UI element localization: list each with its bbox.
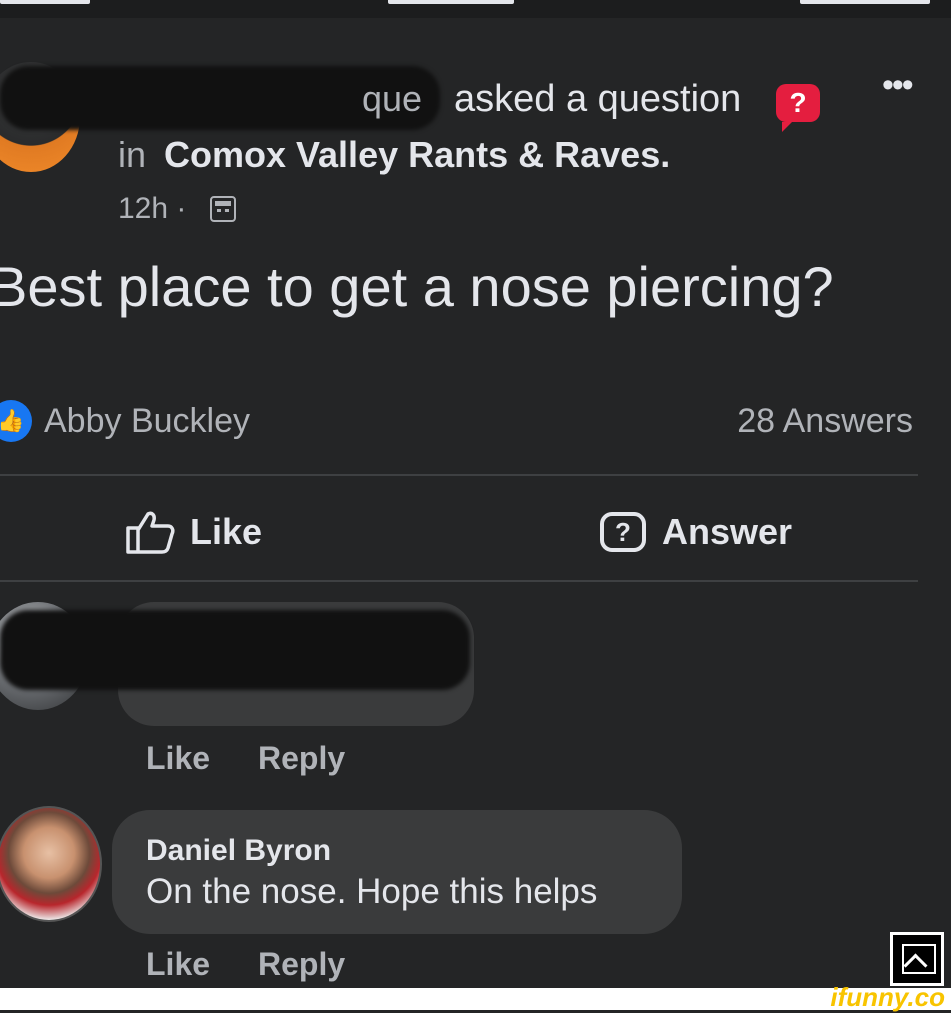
answer-count[interactable]: 28 Answers	[737, 402, 913, 441]
post-timestamp[interactable]: 12h ·	[118, 192, 186, 226]
author-name-fragment[interactable]: que	[362, 78, 422, 120]
asked-question-text: asked a question	[454, 78, 742, 120]
like-reaction-icon[interactable]: 👍	[0, 400, 32, 442]
comment-like-button[interactable]: Like	[146, 740, 210, 777]
comment-author[interactable]: Daniel Byron	[146, 834, 331, 868]
reactor-name[interactable]: Abby Buckley	[44, 402, 250, 441]
thumbs-up-icon	[126, 511, 175, 554]
group-name-link[interactable]: Comox Valley Rants & Raves.	[164, 134, 670, 176]
commenter-avatar[interactable]	[0, 806, 102, 922]
status-bar	[0, 0, 951, 18]
divider	[0, 580, 918, 582]
question-badge-icon: ?	[776, 84, 820, 132]
image-icon	[890, 932, 944, 986]
redaction-bar	[0, 610, 470, 690]
question-bubble-icon: ?	[600, 512, 646, 552]
answer-button-label: Answer	[662, 511, 793, 552]
like-button[interactable]: Like	[124, 500, 262, 564]
comment-reply-button[interactable]: Reply	[258, 740, 345, 777]
watermark-band	[0, 988, 951, 1010]
more-options-icon[interactable]: •••	[882, 66, 914, 105]
answer-button[interactable]: ? Answer	[600, 500, 792, 564]
group-privacy-icon	[210, 196, 236, 222]
comment-text: On the nose. Hope this helps	[146, 872, 598, 911]
comment-like-button[interactable]: Like	[146, 946, 210, 983]
watermark: ifunny.co	[830, 982, 945, 1012]
question-text: Best place to get a nose piercing?	[0, 255, 834, 318]
like-button-label: Like	[190, 511, 263, 552]
divider	[0, 474, 918, 476]
in-label: in	[118, 134, 147, 175]
comment-reply-button[interactable]: Reply	[258, 946, 345, 983]
